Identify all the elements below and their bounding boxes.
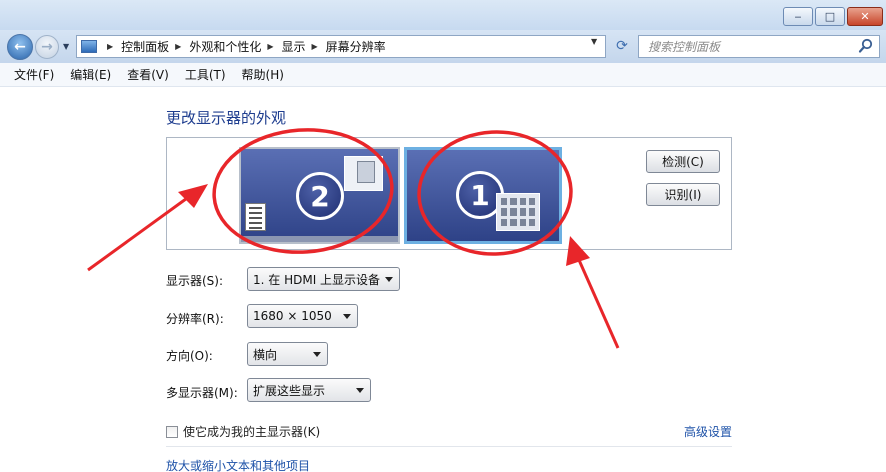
display-label: 显示器(S): [166,274,224,288]
arrow-right-icon: → [41,39,53,55]
resolution-select[interactable]: 1680 × 1050 [247,304,358,328]
window-title-bar: ‒ □ ✕ [0,0,886,30]
maximize-button[interactable]: □ [815,7,845,26]
display-select-value: 1. 在 HDMI 上显示设备 [253,272,381,287]
primary-display-option[interactable]: 使它成为我的主显示器(K) [166,423,320,440]
monitor-2[interactable]: 2 [239,147,400,244]
menu-edit[interactable]: 编辑(E) [70,66,111,83]
close-button[interactable]: ✕ [847,7,883,26]
primary-display-checkbox-label[interactable]: 使它成为我的主显示器(K) [183,423,320,440]
page-title: 更改显示器的外观 [166,109,287,127]
multiple-displays-select-value: 扩展这些显示 [253,383,326,398]
chevron-down-icon [356,388,364,393]
orientation-label: 方向(O): [166,349,213,363]
arrow-left-icon: ← [14,39,26,55]
chevron-down-icon [385,277,393,282]
window-thumbnail-icon [344,156,383,191]
chevron-down-icon [343,314,351,319]
screen-resolution-panel: 更改显示器的外观 2 1 检测(C) 识别(I) 显示器(S): 1. 在 HD… [0,88,886,472]
resolution-select-value: 1680 × 1050 [253,309,332,323]
document-thumbnail-icon [245,203,266,231]
control-panel-icon [81,40,97,53]
forward-button[interactable]: → [35,35,59,59]
search-input[interactable]: 搜索控制面板 [638,35,880,58]
search-icon[interactable] [858,38,874,54]
back-button[interactable]: ← [7,34,33,60]
breadcrumb-control-panel[interactable]: 控制面板 [121,38,169,55]
start-menu-grid-icon [496,193,540,231]
address-bar[interactable]: ▶ 控制面板 ▶ 外观和个性化 ▶ 显示 ▶ 屏幕分辨率 [76,35,606,58]
primary-display-checkbox[interactable] [166,425,178,438]
monitor-1[interactable]: 1 [404,147,562,244]
orientation-select-value: 横向 [253,347,278,362]
breadcrumb-display[interactable]: 显示 [282,38,306,55]
multiple-displays-label: 多显示器(M): [166,386,238,400]
history-dropdown-icon[interactable]: ▼ [63,42,69,51]
refresh-icon: ⟳ [616,38,628,54]
minimize-button[interactable]: ‒ [783,7,813,26]
menu-help[interactable]: 帮助(H) [242,66,284,83]
menu-file[interactable]: 文件(F) [14,66,54,83]
breadcrumb-separator-icon[interactable]: ▶ [175,42,181,51]
breadcrumb-separator-icon[interactable]: ▶ [107,42,113,51]
orientation-select[interactable]: 横向 [247,342,328,366]
text-size-link[interactable]: 放大或缩小文本和其他项目 [166,457,310,472]
menu-bar: 文件(F) 编辑(E) 查看(V) 工具(T) 帮助(H) [0,63,886,87]
divider [166,446,732,447]
menu-tools[interactable]: 工具(T) [185,66,226,83]
detect-button[interactable]: 检测(C) [646,150,720,173]
advanced-settings-link[interactable]: 高级设置 [684,423,732,440]
monitor-number-badge: 2 [296,172,344,220]
chevron-down-icon [313,352,321,357]
breadcrumb-separator-icon[interactable]: ▶ [267,42,273,51]
taskbar-thumbnail [241,236,398,242]
multiple-displays-select[interactable]: 扩展这些显示 [247,378,371,402]
breadcrumb-screen-resolution[interactable]: 屏幕分辨率 [326,38,386,55]
address-dropdown-icon[interactable]: ▼ [591,37,597,46]
breadcrumb-appearance[interactable]: 外观和个性化 [189,38,261,55]
refresh-button[interactable]: ⟳ [610,35,634,57]
identify-button[interactable]: 识别(I) [646,183,720,206]
breadcrumb-separator-icon[interactable]: ▶ [312,42,318,51]
menu-view[interactable]: 查看(V) [127,66,169,83]
navigation-bar: ← → ▼ ▶ 控制面板 ▶ 外观和个性化 ▶ 显示 ▶ 屏幕分辨率 ▼ ⟳ 搜… [0,30,886,63]
resolution-label: 分辨率(R): [166,312,224,326]
display-select[interactable]: 1. 在 HDMI 上显示设备 [247,267,400,291]
